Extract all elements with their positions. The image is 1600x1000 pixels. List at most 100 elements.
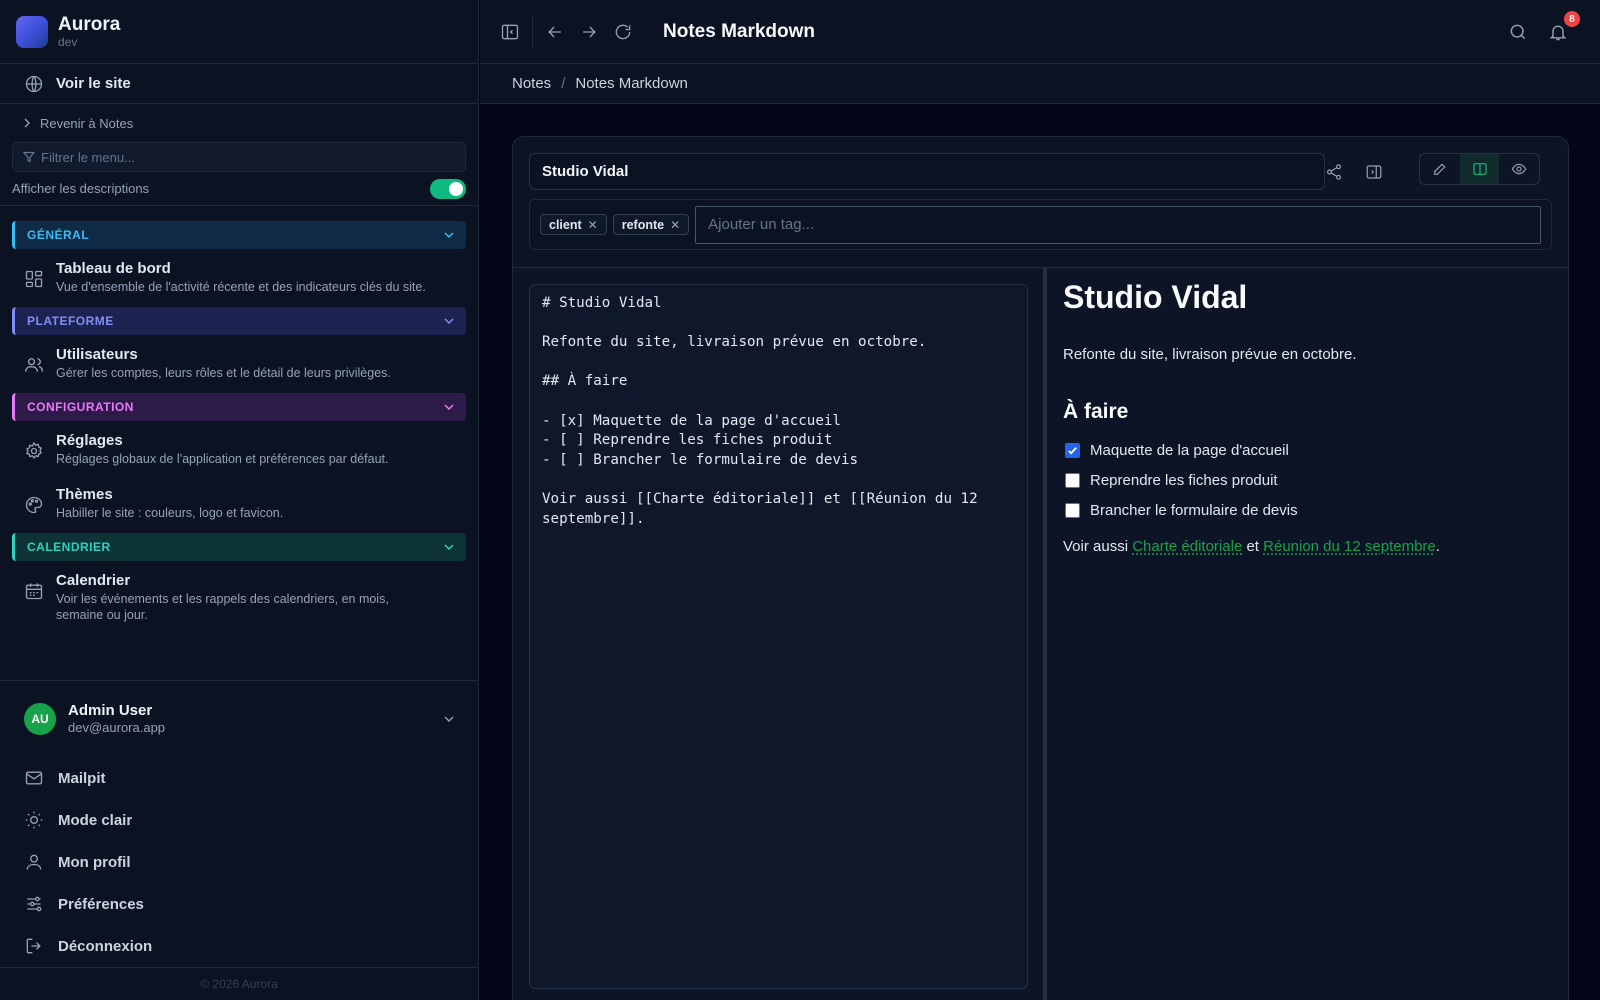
sidebar-toggle-icon[interactable]: [498, 20, 522, 44]
remove-tag-icon[interactable]: ✕: [588, 218, 598, 232]
refresh-icon[interactable]: [611, 20, 635, 44]
brand-logo: [16, 15, 48, 48]
menu-filter-input[interactable]: [41, 149, 441, 165]
menu-section-3[interactable]: CALENDRIER: [12, 533, 466, 561]
search-icon[interactable]: [1506, 20, 1530, 44]
chevron-right-icon: [22, 118, 32, 128]
tag-chip: client ✕: [540, 214, 607, 235]
bell-icon[interactable]: 8: [1546, 11, 1580, 44]
page-title: Notes Markdown: [663, 20, 816, 42]
sidebar-bottom-item-label: Mailpit: [58, 769, 106, 787]
preview-heading-1: Studio Vidal: [1063, 279, 1248, 315]
sidebar-item-title: Tableau de bord: [56, 260, 171, 277]
task-label: Maquette de la page d'accueil: [1090, 441, 1289, 459]
mail-icon: [24, 768, 44, 788]
add-tag-input[interactable]: [695, 205, 1541, 244]
see-also-end: .: [1435, 538, 1440, 555]
split-mode-columns-icon[interactable]: [1459, 154, 1500, 184]
sidebar-item-description: Réglages globaux de l'application et pré…: [56, 452, 389, 466]
side-panel-icon[interactable]: [1359, 157, 1389, 187]
sidebar-item-title: Calendrier: [56, 572, 131, 589]
users-icon: [24, 355, 44, 375]
remove-tag-icon[interactable]: ✕: [670, 218, 680, 232]
sidebar-item-1-2[interactable]: Thèmes Habiller le site : couleurs, logo …: [0, 475, 478, 529]
task-label: Reprendre les fiches produit: [1090, 471, 1278, 489]
user-name: Admin User: [68, 702, 153, 719]
top-bar: Notes Markdown 8: [480, 0, 1600, 64]
avatar: AU: [24, 703, 56, 735]
brand-env: dev: [58, 34, 78, 49]
palette-icon: [24, 495, 44, 515]
breadcrumb-separator: /: [561, 75, 566, 92]
user-menu[interactable]: AU Admin User dev@aurora.app: [0, 681, 478, 757]
menu-filter[interactable]: [12, 142, 466, 172]
toolbar-divider: [532, 15, 533, 48]
share-icon[interactable]: [1319, 157, 1349, 187]
sidebar-item-title: Thèmes: [56, 486, 113, 503]
sidebar-bottom-item-1[interactable]: Mode clair: [0, 799, 478, 841]
sidebar-item-0-2[interactable]: Réglages Réglages globaux de l'applicatio…: [0, 421, 478, 475]
menu-section-label: CALENDRIER: [27, 540, 111, 554]
wikilink-reunion-12-septembre[interactable]: Réunion du 12 septembre: [1263, 538, 1436, 555]
dashboard-icon: [24, 269, 44, 289]
menu-section-0[interactable]: GÉNÉRAL: [12, 221, 466, 249]
menu-section-label: PLATEFORME: [27, 314, 114, 328]
see-also-prefix: Voir aussi: [1063, 538, 1129, 555]
sidebar-bottom-item-label: Préférences: [58, 895, 144, 913]
menu-section-label: GÉNÉRAL: [27, 228, 90, 242]
tag-chip: refonte ✕: [612, 214, 690, 235]
split-resize-handle[interactable]: [1043, 268, 1047, 1000]
view-mode-switch: [1419, 153, 1540, 185]
filter-icon: [23, 151, 35, 163]
preview-see-also: Voir aussi Charte éditoriale et Réunion …: [1063, 537, 1553, 557]
task-checkbox[interactable]: [1065, 502, 1080, 518]
breadcrumb: Notes / Notes Markdown: [480, 64, 1600, 104]
edit-mode-pencil-icon[interactable]: [1420, 154, 1460, 184]
sidebar-bottom-item-2[interactable]: Mon profil: [0, 841, 478, 883]
back-label: Revenir à Notes: [40, 115, 134, 131]
sidebar-item-0-0[interactable]: Tableau de bord Vue d'ensemble de l'activ…: [0, 249, 478, 303]
forward-arrow-icon[interactable]: [577, 20, 601, 44]
sidebar-item-0-1[interactable]: Utilisateurs Gérer les comptes, leurs rôl…: [0, 335, 478, 389]
markdown-preview: Studio Vidal Refonte du site, livraison …: [1063, 277, 1553, 557]
panel-divider-horizontal: [513, 267, 1568, 268]
sidebar-item-description: Habiller le site : couleurs, logo et fav…: [56, 506, 284, 520]
task-item: Reprendre les fiches produit: [1063, 465, 1553, 495]
breadcrumb-current: Notes Markdown: [575, 75, 688, 92]
chevron-down-icon: [444, 402, 454, 412]
task-list: Maquette de la page d'accueil Reprendre l…: [1063, 435, 1553, 525]
wikilink-charte-editoriale[interactable]: Charte éditoriale: [1132, 538, 1242, 555]
sidebar-bottom-item-0[interactable]: Mailpit: [0, 757, 478, 799]
back-arrow-icon[interactable]: [543, 20, 567, 44]
descriptions-toggle[interactable]: [430, 178, 466, 199]
view-site-label: Voir le site: [56, 75, 131, 92]
user-icon: [24, 852, 44, 872]
note-title-input[interactable]: [529, 153, 1325, 190]
back-to-notes-link[interactable]: Revenir à Notes: [0, 104, 478, 142]
sidebar-item-description: Vue d'ensemble de l'activité récente et …: [56, 280, 426, 294]
markdown-editor[interactable]: # Studio Vidal Refonte du site, livraiso…: [529, 284, 1028, 989]
descriptions-toggle-label: Afficher les descriptions: [12, 181, 150, 196]
sidebar-item-description: Voir les événements et les rappels des c…: [56, 592, 389, 622]
menu-section-1[interactable]: PLATEFORME: [12, 307, 466, 335]
menu-section-2[interactable]: CONFIGURATION: [12, 393, 466, 421]
logout-icon: [24, 936, 44, 956]
preview-mode-eye-icon[interactable]: [1499, 154, 1539, 184]
sidebar-footer: © 2026 Aurora: [0, 967, 478, 1000]
sidebar-item-0-3[interactable]: Calendrier Voir les événements et les rap…: [0, 561, 478, 631]
task-checkbox[interactable]: [1065, 472, 1080, 488]
task-checkbox[interactable]: [1065, 442, 1080, 458]
view-site-link[interactable]: Voir le site: [0, 64, 478, 104]
sidebar-item-description: Gérer les comptes, leurs rôles et le dét…: [56, 366, 391, 380]
sidebar-bottom-item-3[interactable]: Préférences: [0, 883, 478, 925]
breadcrumb-notes-link[interactable]: Notes: [512, 75, 551, 92]
brand[interactable]: Aurora dev: [0, 0, 478, 64]
sidebar-bottom-item-4[interactable]: Déconnexion: [0, 925, 478, 967]
preview-heading-2: À faire: [1063, 400, 1129, 423]
task-item: Maquette de la page d'accueil: [1063, 435, 1553, 465]
sidebar-item-title: Utilisateurs: [56, 346, 138, 363]
chevron-down-icon: [444, 316, 454, 326]
sidebar-bottom-item-label: Mon profil: [58, 853, 131, 871]
sliders-icon: [24, 894, 44, 914]
sidebar-menu: GÉNÉRAL Tableau de bord Vue d'ensemble de …: [0, 217, 478, 680]
